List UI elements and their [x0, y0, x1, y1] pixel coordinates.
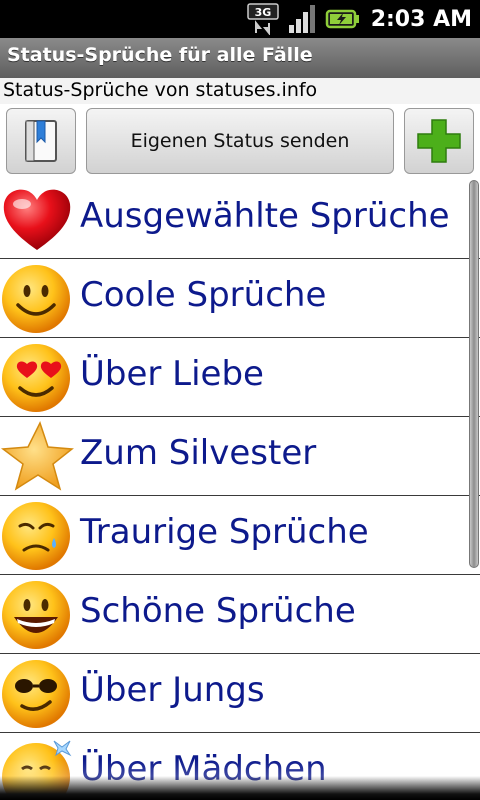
subtitle-bar: Status-Sprüche von statuses.info	[0, 78, 480, 105]
subtitle-text: Status-Sprüche von statuses.info	[3, 79, 318, 101]
list-item-label: Über Liebe	[80, 354, 264, 394]
list-item-label: Ausgewählte Sprüche	[80, 196, 450, 236]
battery-charging-icon	[325, 9, 359, 29]
laughing-smiley-icon	[2, 581, 70, 649]
list-scrollbar[interactable]	[469, 180, 479, 568]
list-item[interactable]: Über Jungs	[0, 654, 480, 733]
svg-text:3G: 3G	[254, 6, 271, 19]
sunglasses-smiley-icon	[2, 660, 70, 728]
smiley-icon	[2, 265, 70, 333]
title-bar: Status-Sprüche für alle Fälle	[0, 38, 480, 78]
clock: 2:03 AM	[370, 6, 472, 32]
add-button[interactable]	[404, 108, 474, 174]
toolbar: Eigenen Status senden	[0, 104, 480, 180]
list-item[interactable]: Schöne Sprüche	[0, 575, 480, 654]
list-item[interactable]: Zum Silvester	[0, 417, 480, 496]
status-icons: 3G 2:03 AM	[246, 3, 472, 35]
heart-icon	[3, 189, 71, 250]
sad-smiley-icon	[2, 502, 70, 570]
bookmark-icon	[25, 120, 57, 162]
signal-strength-icon	[288, 5, 315, 33]
send-own-status-label: Eigenen Status senden	[130, 130, 350, 152]
category-list[interactable]: Ausgewählte Sprüche Coole Sprüche Über L…	[0, 180, 480, 800]
list-item[interactable]: Coole Sprüche	[0, 259, 480, 338]
list-item[interactable]: Ausgewählte Sprüche	[0, 180, 480, 259]
status-bar: 3G 2:03 AM	[0, 0, 480, 38]
list-item[interactable]: Traurige Sprüche	[0, 496, 480, 575]
bottom-fade	[0, 760, 480, 800]
list-item-label: Traurige Sprüche	[80, 512, 369, 552]
list-item-label: Zum Silvester	[80, 433, 317, 473]
list-item-label: Schöne Sprüche	[80, 591, 356, 631]
network-3g-icon: 3G	[246, 3, 279, 35]
list-item[interactable]: Über Liebe	[0, 338, 480, 417]
heart-eyes-smiley-icon	[2, 344, 70, 412]
app-title: Status-Sprüche für alle Fälle	[7, 44, 313, 66]
bookmark-button[interactable]	[6, 108, 76, 174]
star-icon	[0, 421, 74, 491]
list-item-label: Über Jungs	[80, 670, 265, 710]
send-own-status-button[interactable]: Eigenen Status senden	[86, 108, 394, 174]
plus-icon	[417, 119, 461, 163]
list-item-label: Coole Sprüche	[80, 275, 327, 315]
